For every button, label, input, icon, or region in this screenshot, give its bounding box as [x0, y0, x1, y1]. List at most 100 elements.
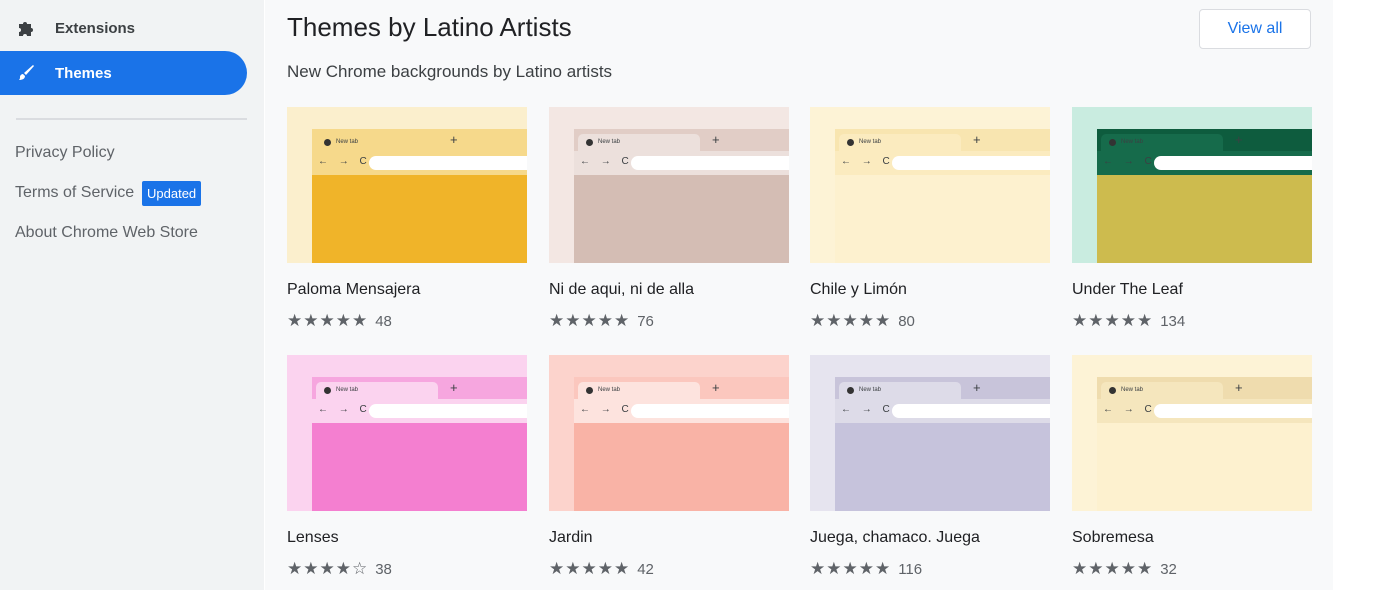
- nav-arrows-icon: ← → C: [318, 156, 371, 167]
- theme-thumbnail[interactable]: New tab + ← → C: [810, 355, 1050, 511]
- preview-omnibox: [892, 156, 1050, 170]
- privacy-policy-link[interactable]: Privacy Policy: [15, 144, 115, 162]
- rating-count: 42: [637, 560, 654, 578]
- star-rating-icon: ★★★★★: [1072, 311, 1154, 330]
- rating-count: 32: [1160, 560, 1177, 578]
- section-subtitle: New Chrome backgrounds by Latino artists: [287, 62, 613, 81]
- terms-of-service-link[interactable]: Terms of Service: [15, 184, 134, 202]
- favicon-icon: [324, 139, 331, 146]
- preview-tab: New tab: [839, 134, 961, 151]
- star-rating-icon: ★★★★★: [549, 559, 631, 578]
- preview-omnibox: [369, 404, 527, 418]
- preview-tab-label: New tab: [598, 139, 621, 145]
- preview-tab: New tab: [578, 382, 700, 399]
- theme-name[interactable]: Ni de aqui, ni de alla: [549, 281, 694, 299]
- preview-tab-label: New tab: [1121, 139, 1144, 145]
- nav-arrows-icon: ← → C: [580, 156, 633, 167]
- preview-omnibox: [1154, 156, 1312, 170]
- theme-thumbnail[interactable]: New tab + ← → C: [549, 355, 789, 511]
- page-title: Themes by Latino Artists: [287, 12, 572, 42]
- new-tab-icon: +: [712, 132, 720, 147]
- preview-tab: New tab: [839, 382, 961, 399]
- theme-thumbnail[interactable]: New tab + ← → C: [1072, 355, 1312, 511]
- rating-count: 80: [898, 312, 915, 330]
- preview-omnibox: [892, 404, 1050, 418]
- favicon-icon: [847, 387, 854, 394]
- theme-thumbnail[interactable]: New tab + ← → C: [287, 107, 527, 263]
- preview-tab: New tab: [578, 134, 700, 151]
- sidebar-item-themes[interactable]: Themes: [0, 51, 247, 95]
- theme-artwork: [835, 423, 1050, 511]
- preview-tab: New tab: [316, 382, 438, 399]
- nav-arrows-icon: ← → C: [1103, 156, 1156, 167]
- favicon-icon: [847, 139, 854, 146]
- preview-omnibox: [631, 404, 789, 418]
- theme-artwork: [1097, 423, 1312, 511]
- theme-rating: ★★★★★ 32: [1072, 559, 1177, 578]
- rating-count: 38: [375, 560, 392, 578]
- browser-preview: New tab + ← → C: [835, 377, 1050, 511]
- theme-thumbnail[interactable]: New tab + ← → C: [1072, 107, 1312, 263]
- star-rating-icon: ★★★★★: [287, 311, 369, 330]
- about-chrome-web-store-link[interactable]: About Chrome Web Store: [15, 224, 198, 242]
- preview-tab-label: New tab: [1121, 387, 1144, 393]
- browser-preview: New tab + ← → C: [574, 377, 789, 511]
- theme-rating: ★★★★★ 42: [549, 559, 654, 578]
- favicon-icon: [1109, 139, 1116, 146]
- sidebar-item-extensions[interactable]: Extensions: [0, 6, 247, 50]
- preview-tab-label: New tab: [859, 139, 882, 145]
- star-rating-icon: ★★★★★: [1072, 559, 1154, 578]
- theme-artwork: [1097, 175, 1312, 263]
- theme-artwork: [835, 175, 1050, 263]
- theme-artwork: [574, 175, 789, 263]
- preview-omnibox: [369, 156, 527, 170]
- theme-thumbnail[interactable]: New tab + ← → C: [810, 107, 1050, 263]
- browser-preview: New tab + ← → C: [574, 129, 789, 263]
- nav-arrows-icon: ← → C: [318, 404, 371, 415]
- theme-name[interactable]: Chile y Limón: [810, 281, 907, 299]
- preview-tab: New tab: [1101, 134, 1223, 151]
- new-tab-icon: +: [450, 380, 458, 395]
- sidebar: Extensions Themes Privacy Policy Terms o…: [0, 0, 264, 590]
- updated-badge: Updated: [142, 181, 202, 206]
- theme-thumbnail[interactable]: New tab + ← → C: [549, 107, 789, 263]
- new-tab-icon: +: [1235, 132, 1243, 147]
- nav-arrows-icon: ← → C: [580, 404, 633, 415]
- theme-name[interactable]: Lenses: [287, 529, 339, 547]
- view-all-button[interactable]: View all: [1199, 9, 1311, 49]
- theme-rating: ★★★★☆ 38: [287, 559, 392, 578]
- nav-arrows-icon: ← → C: [841, 156, 894, 167]
- theme-artwork: [574, 423, 789, 511]
- browser-preview: New tab + ← → C: [1097, 377, 1312, 511]
- favicon-icon: [1109, 387, 1116, 394]
- theme-thumbnail[interactable]: New tab + ← → C: [287, 355, 527, 511]
- new-tab-icon: +: [973, 132, 981, 147]
- preview-tab-label: New tab: [336, 387, 359, 393]
- preview-omnibox: [631, 156, 789, 170]
- theme-rating: ★★★★★ 80: [810, 311, 915, 330]
- puzzle-icon: [16, 18, 36, 38]
- brush-icon: [16, 63, 36, 83]
- nav-arrows-icon: ← → C: [841, 404, 894, 415]
- new-tab-icon: +: [1235, 380, 1243, 395]
- theme-name[interactable]: Paloma Mensajera: [287, 281, 420, 299]
- preview-omnibox: [1154, 404, 1312, 418]
- browser-preview: New tab + ← → C: [835, 129, 1050, 263]
- favicon-icon: [586, 387, 593, 394]
- rating-count: 48: [375, 312, 392, 330]
- preview-tab: New tab: [1101, 382, 1223, 399]
- theme-name[interactable]: Jardin: [549, 529, 593, 547]
- sidebar-item-label: Themes: [55, 64, 112, 82]
- star-rating-icon: ★★★★★: [549, 311, 631, 330]
- new-tab-icon: +: [973, 380, 981, 395]
- theme-rating: ★★★★★ 48: [287, 311, 392, 330]
- theme-name[interactable]: Sobremesa: [1072, 529, 1154, 547]
- favicon-icon: [586, 139, 593, 146]
- star-rating-icon: ★★★★★: [810, 311, 892, 330]
- theme-rating: ★★★★★ 76: [549, 311, 654, 330]
- new-tab-icon: +: [450, 132, 458, 147]
- preview-tab-label: New tab: [859, 387, 882, 393]
- theme-name[interactable]: Under The Leaf: [1072, 281, 1183, 299]
- theme-name[interactable]: Juega, chamaco. Juega: [810, 529, 980, 547]
- browser-preview: New tab + ← → C: [312, 129, 527, 263]
